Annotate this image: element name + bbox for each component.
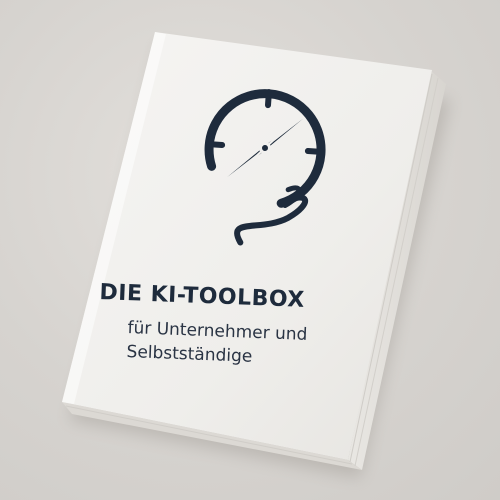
scene: DIE KI-TOOLBOX für Unternehmer und Selbs…	[0, 0, 500, 500]
book-subtitle: für Unternehmer und Selbstständige	[126, 316, 378, 374]
book: DIE KI-TOOLBOX für Unternehmer und Selbs…	[0, 0, 500, 500]
book-illustration	[62, 32, 450, 478]
